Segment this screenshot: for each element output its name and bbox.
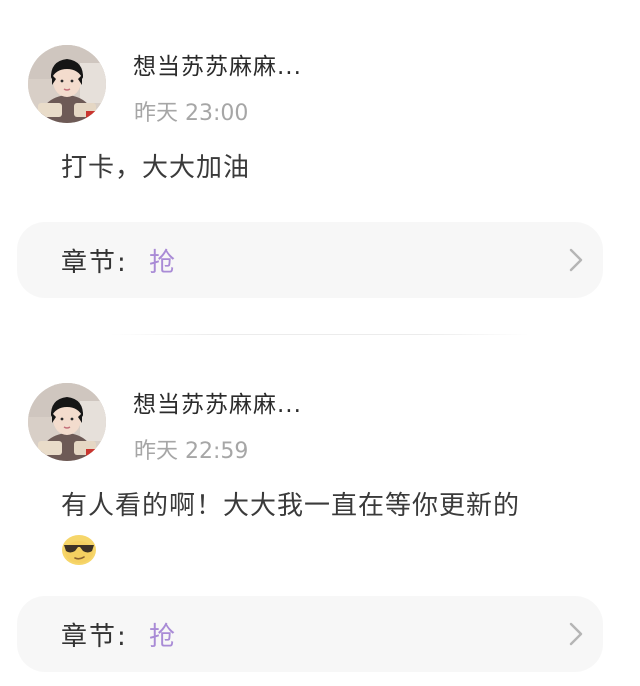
username[interactable]: 想当苏苏麻麻... [133, 47, 302, 81]
chevron-right-icon [569, 248, 583, 272]
avatar[interactable] [28, 383, 106, 461]
comment-text: 打卡，大大加油 [61, 153, 251, 183]
divider [110, 334, 530, 335]
timestamp: 昨天 22:59 [134, 439, 249, 464]
chapter-value: 抢 [149, 248, 176, 278]
username[interactable]: 想当苏苏麻麻... [133, 385, 302, 419]
chapter-label: 章节: [61, 622, 128, 652]
timestamp: 昨天 23:00 [134, 101, 249, 126]
chapter-link[interactable]: 章节: 抢 [17, 222, 603, 298]
chapter-value: 抢 [149, 622, 176, 652]
chevron-right-icon [569, 622, 583, 646]
chapter-link[interactable]: 章节: 抢 [17, 596, 603, 672]
comment-list: 想当苏苏麻麻... 昨天 23:00 打卡，大大加油 章节: 抢 想当苏苏麻麻.… [0, 0, 640, 686]
avatar[interactable] [28, 45, 106, 123]
cool-sunglasses-emoji-icon [62, 534, 96, 565]
comment-text: 有人看的啊！大大我一直在等你更新的 [61, 491, 521, 521]
comment-text-block: 有人看的啊！大大我一直在等你更新的 [61, 486, 601, 566]
chapter-label: 章节: [61, 248, 128, 278]
